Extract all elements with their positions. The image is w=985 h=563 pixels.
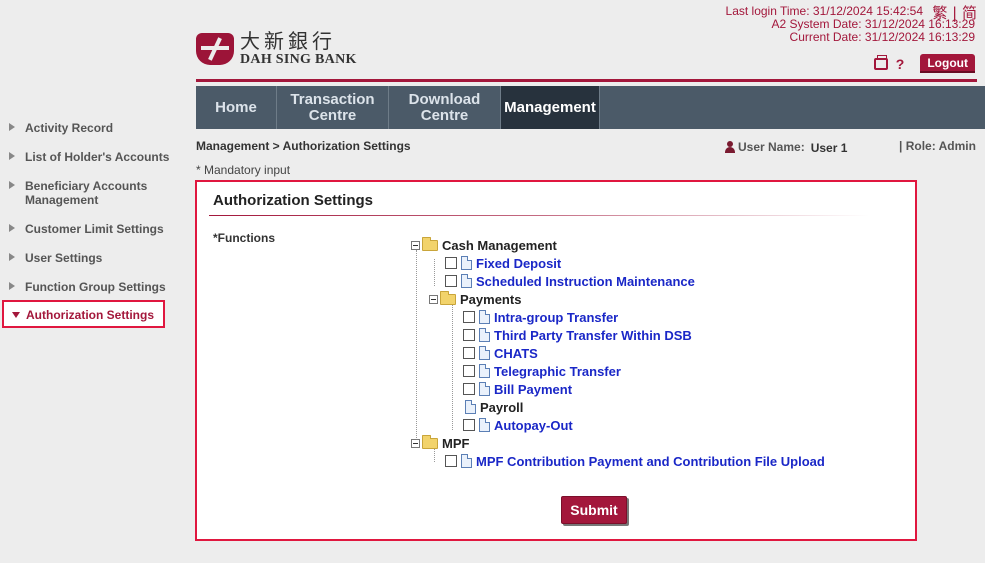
chevron-right-icon: [9, 224, 15, 232]
tree-item-bill-payment: Bill Payment: [463, 381, 572, 397]
tree-folder-cash-management[interactable]: Cash Management: [411, 237, 557, 253]
sidebar-item-holders-accounts[interactable]: List of Holder's Accounts: [0, 150, 170, 164]
document-icon: [479, 418, 490, 432]
sidebar-item-customer-limit[interactable]: Customer Limit Settings: [0, 222, 170, 236]
folder-icon: [422, 435, 438, 449]
document-icon: [465, 400, 476, 414]
sidebar-item-user-settings[interactable]: User Settings: [0, 251, 170, 265]
chevron-right-icon: [9, 282, 15, 290]
bank-logo-icon: [196, 31, 234, 67]
tree-guide-line: [416, 250, 417, 446]
tree-item-chats: CHATS: [463, 345, 538, 361]
folder-icon: [422, 237, 438, 251]
user-name-value: User 1: [810, 141, 848, 155]
chevron-down-icon: [12, 312, 20, 318]
tree-folder-mpf[interactable]: MPF: [411, 435, 469, 451]
logout-button[interactable]: Logout: [920, 54, 975, 73]
nav-home[interactable]: Home: [196, 86, 277, 129]
panel-title: Authorization Settings: [213, 192, 373, 209]
document-icon: [461, 256, 472, 270]
telegraphic-transfer-checkbox[interactable]: [463, 365, 475, 377]
bank-logo[interactable]: 大新銀行 DAH SING BANK: [196, 30, 358, 68]
sidebar-item-function-group[interactable]: Function Group Settings: [0, 280, 170, 294]
nav-management[interactable]: Management: [501, 86, 600, 129]
document-icon: [461, 454, 472, 468]
user-icon: [725, 141, 735, 153]
intra-group-transfer-checkbox[interactable]: [463, 311, 475, 323]
help-icon[interactable]: ?: [896, 56, 905, 72]
print-icon[interactable]: [873, 54, 888, 70]
session-info: Last login Time: 31/12/2024 15:42:54 A2 …: [726, 5, 975, 44]
chevron-right-icon: [9, 253, 15, 261]
document-icon: [461, 274, 472, 288]
tree-guide-line: [434, 259, 435, 286]
sidebar-item-activity-record[interactable]: Activity Record: [0, 121, 170, 135]
mandatory-note: * Mandatory input: [196, 163, 291, 177]
logo-chinese-name: 大新銀行: [240, 29, 336, 53]
nav-download-centre[interactable]: Download Centre: [389, 86, 501, 129]
document-icon: [479, 346, 490, 360]
sidebar-item-beneficiary-accounts[interactable]: Beneficiary Accounts Management: [0, 179, 170, 207]
tree-item-autopay-out: Autopay-Out: [463, 417, 573, 433]
chevron-right-icon: [9, 152, 15, 160]
document-icon: [479, 328, 490, 342]
folder-icon: [440, 291, 456, 305]
document-icon: [479, 310, 490, 324]
logo-english-name: DAH SING BANK: [240, 52, 357, 67]
chevron-right-icon: [9, 123, 15, 131]
collapse-icon[interactable]: [429, 294, 438, 304]
main-nav: Home Transaction Centre Download Centre Ma…: [196, 86, 985, 129]
current-date: Current Date: 31/12/2024 16:13:29: [789, 30, 975, 44]
autopay-out-checkbox[interactable]: [463, 419, 475, 431]
collapse-icon[interactable]: [411, 240, 420, 250]
panel-divider: [209, 215, 869, 216]
tree-item-telegraphic-transfer: Telegraphic Transfer: [463, 363, 621, 379]
nav-transaction-centre[interactable]: Transaction Centre: [277, 86, 389, 129]
tree-item-payroll: Payroll: [465, 399, 523, 415]
mpf-contribution-checkbox[interactable]: [445, 455, 457, 467]
chats-checkbox[interactable]: [463, 347, 475, 359]
sidebar-item-authorization-settings[interactable]: Authorization Settings: [2, 300, 165, 328]
user-name-label: User Name:: [738, 140, 805, 154]
tree-guide-line: [452, 304, 453, 430]
scheduled-instruction-checkbox[interactable]: [445, 275, 457, 287]
utility-bar: ? Logout: [873, 54, 975, 73]
bill-payment-checkbox[interactable]: [463, 383, 475, 395]
functions-label: *Functions: [213, 231, 275, 245]
tree-item-third-party-transfer: Third Party Transfer Within DSB: [463, 327, 692, 343]
breadcrumb: Management > Authorization Settings: [196, 139, 411, 153]
collapse-icon[interactable]: [411, 438, 420, 448]
third-party-transfer-checkbox[interactable]: [463, 329, 475, 341]
tree-item-intra-group-transfer: Intra-group Transfer: [463, 309, 618, 325]
tree-item-mpf-contribution: MPF Contribution Payment and Contributio…: [445, 453, 825, 469]
document-icon: [479, 382, 490, 396]
tree-item-fixed-deposit: Fixed Deposit: [445, 255, 561, 271]
submit-button[interactable]: Submit: [561, 496, 627, 524]
header-divider: [196, 79, 977, 82]
authorization-settings-panel: Authorization Settings *Functions Cash M…: [195, 180, 917, 541]
user-role: | Role: Admin: [899, 139, 976, 153]
user-info: User Name: User 1: [725, 139, 847, 155]
document-icon: [479, 364, 490, 378]
tree-item-scheduled-instruction: Scheduled Instruction Maintenance: [445, 273, 695, 289]
fixed-deposit-checkbox[interactable]: [445, 257, 457, 269]
chevron-right-icon: [9, 181, 15, 189]
tree-folder-payments[interactable]: Payments: [429, 291, 521, 307]
